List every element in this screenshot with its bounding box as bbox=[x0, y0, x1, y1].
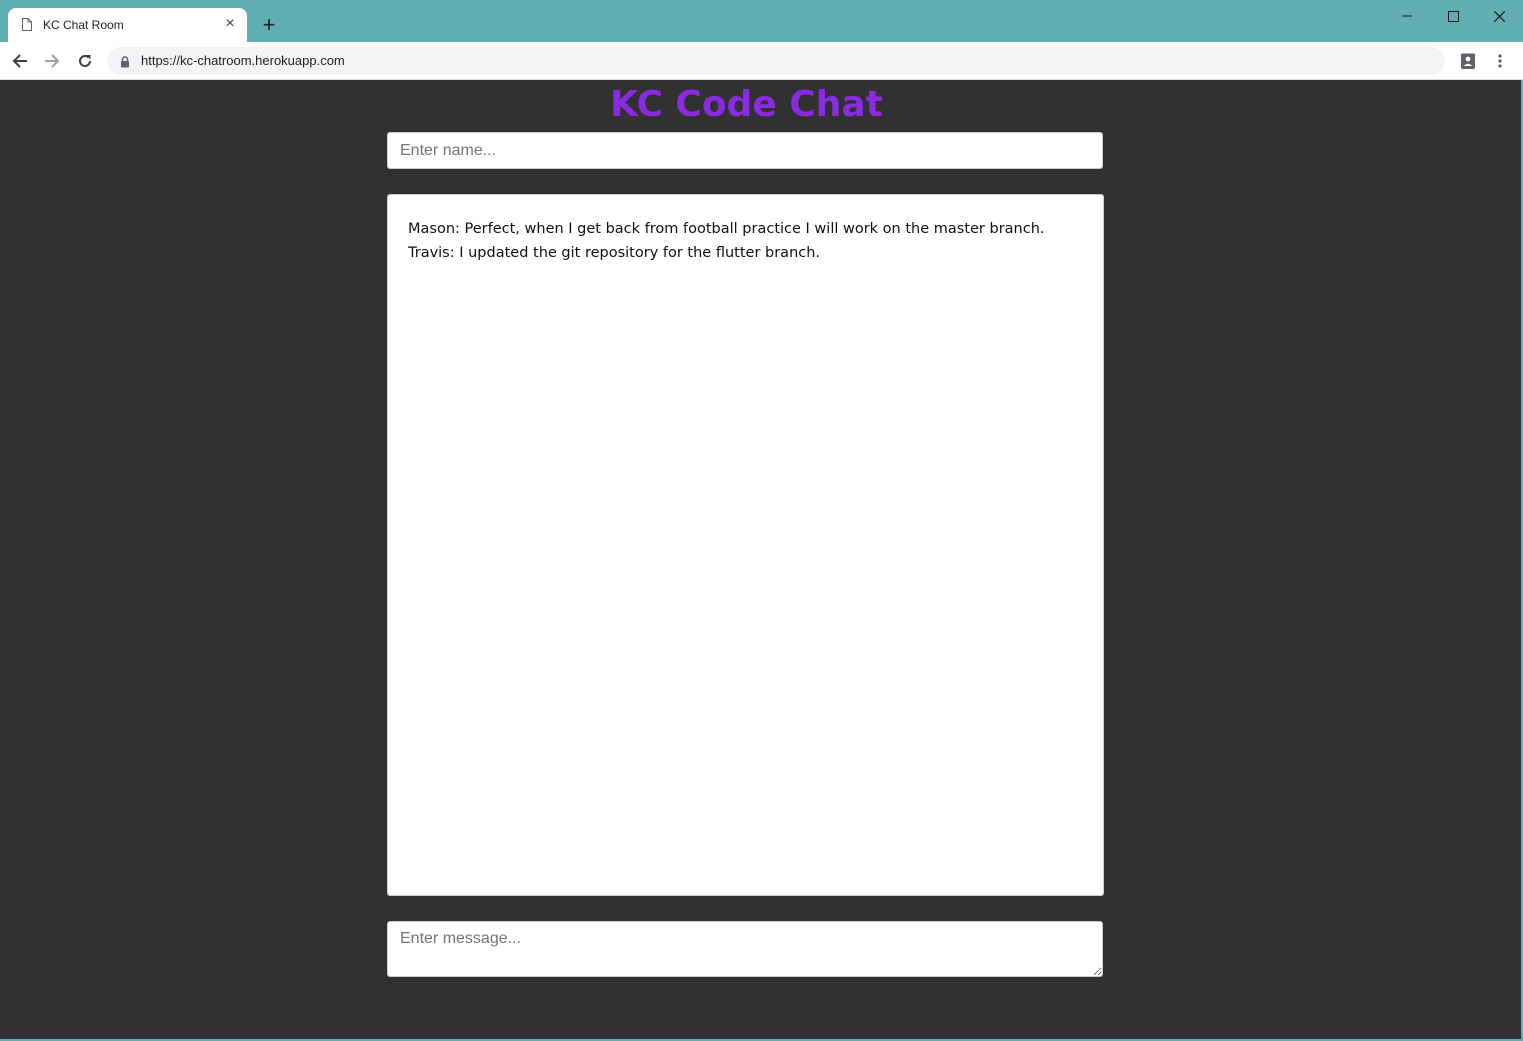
back-arrow-icon[interactable] bbox=[8, 49, 32, 73]
lock-icon bbox=[120, 55, 130, 73]
chat-message: Mason: Perfect, when I get back from foo… bbox=[408, 221, 1045, 237]
minimize-icon[interactable] bbox=[1384, 4, 1430, 28]
page-title: KC Code Chat bbox=[610, 84, 883, 125]
browser-toolbar: https://kc-chatroom.herokuapp.com bbox=[0, 42, 1523, 80]
browser-tab[interactable]: KC Chat Room × bbox=[8, 8, 247, 42]
menu-dots-icon[interactable] bbox=[1489, 50, 1511, 72]
chat-page: KC Code Chat Mason: Perfect, when I get … bbox=[0, 80, 1523, 1041]
messages-panel[interactable]: Mason: Perfect, when I get back from foo… bbox=[387, 194, 1104, 896]
chat-message: Travis: I updated the git repository for… bbox=[408, 245, 821, 261]
forward-arrow-icon[interactable] bbox=[40, 49, 64, 73]
close-window-icon[interactable] bbox=[1476, 4, 1522, 28]
profile-icon[interactable] bbox=[1457, 50, 1479, 72]
tab-title: KC Chat Room bbox=[43, 18, 124, 32]
page-icon bbox=[22, 18, 32, 31]
url-text: https://kc-chatroom.herokuapp.com bbox=[141, 53, 345, 68]
reload-icon[interactable] bbox=[73, 49, 97, 73]
message-input[interactable] bbox=[387, 921, 1103, 977]
close-tab-icon[interactable]: × bbox=[222, 16, 238, 32]
maximize-icon[interactable] bbox=[1430, 4, 1476, 28]
new-tab-icon[interactable]: + bbox=[257, 14, 281, 38]
address-bar[interactable]: https://kc-chatroom.herokuapp.com bbox=[107, 47, 1445, 75]
browser-titlebar: KC Chat Room × + bbox=[0, 0, 1523, 42]
name-input[interactable] bbox=[387, 132, 1103, 169]
